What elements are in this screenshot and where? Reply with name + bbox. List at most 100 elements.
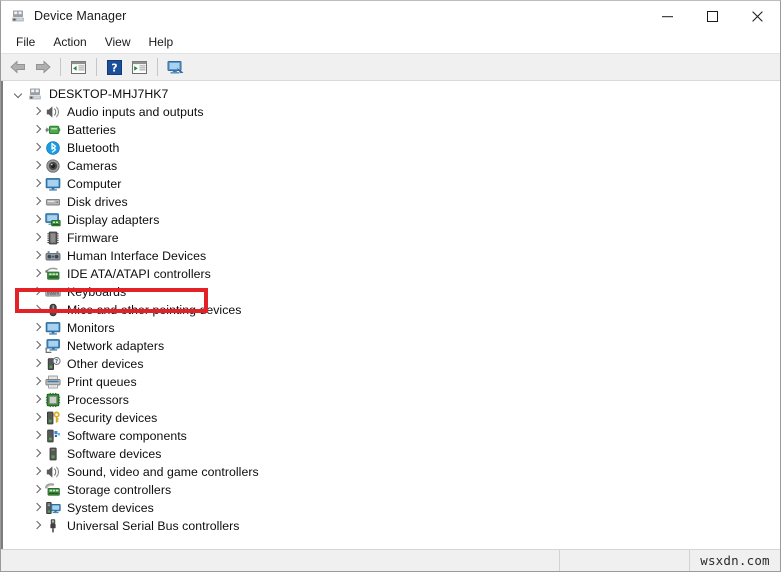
tree-item-universal-serial-bus-controllers[interactable]: Universal Serial Bus controllers bbox=[3, 517, 780, 535]
chevron-right-icon[interactable] bbox=[29, 283, 45, 301]
speaker-icon bbox=[45, 464, 61, 480]
chevron-right-icon[interactable] bbox=[29, 463, 45, 481]
software-component-icon bbox=[45, 428, 61, 444]
tree-item-label: Keyboards bbox=[67, 285, 127, 299]
chevron-right-icon[interactable] bbox=[29, 229, 45, 247]
tree-item-audio-inputs-and-outputs[interactable]: Audio inputs and outputs bbox=[3, 103, 780, 121]
tree-item-label: Mice and other pointing devices bbox=[67, 303, 242, 317]
disk-drive-icon bbox=[45, 194, 61, 210]
menu-action[interactable]: Action bbox=[44, 33, 95, 52]
tree-item-batteries[interactable]: Batteries bbox=[3, 121, 780, 139]
tree-item-label: Cameras bbox=[67, 159, 118, 173]
tree-item-label: Other devices bbox=[67, 357, 144, 371]
printer-icon bbox=[45, 374, 61, 390]
status-panel-3: wsxdn.com bbox=[690, 550, 780, 571]
chevron-right-icon[interactable] bbox=[29, 391, 45, 409]
chevron-right-icon[interactable] bbox=[29, 157, 45, 175]
chevron-right-icon[interactable] bbox=[29, 517, 45, 535]
chevron-right-icon[interactable] bbox=[29, 139, 45, 157]
tree-item-label: System devices bbox=[67, 501, 154, 515]
status-bar: wsxdn.com bbox=[1, 549, 780, 571]
tree-item-display-adapters[interactable]: Display adapters bbox=[3, 211, 780, 229]
chevron-right-icon[interactable] bbox=[29, 355, 45, 373]
tree-item-label: Batteries bbox=[67, 123, 116, 137]
properties-button[interactable] bbox=[128, 56, 151, 78]
menu-help[interactable]: Help bbox=[140, 33, 183, 52]
status-panel-2 bbox=[560, 550, 690, 571]
tree-item-storage-controllers[interactable]: Storage controllers bbox=[3, 481, 780, 499]
chevron-right-icon[interactable] bbox=[29, 301, 45, 319]
tree-item-network-adapters[interactable]: Network adapters bbox=[3, 337, 780, 355]
tree-item-label: Monitors bbox=[67, 321, 115, 335]
chevron-right-icon[interactable] bbox=[29, 337, 45, 355]
close-button[interactable] bbox=[735, 1, 780, 31]
tree-item-label: Disk drives bbox=[67, 195, 128, 209]
chevron-right-icon[interactable] bbox=[29, 319, 45, 337]
system-device-icon bbox=[45, 500, 61, 516]
chevron-right-icon[interactable] bbox=[29, 409, 45, 427]
scan-hardware-changes-button[interactable] bbox=[164, 56, 187, 78]
chevron-right-icon[interactable] bbox=[29, 103, 45, 121]
title-bar[interactable]: Device Manager bbox=[1, 1, 780, 31]
usb-icon bbox=[45, 518, 61, 534]
chevron-down-icon[interactable] bbox=[11, 85, 27, 103]
tree-item-label: Processors bbox=[67, 393, 130, 407]
camera-icon bbox=[45, 158, 61, 174]
chevron-right-icon[interactable] bbox=[29, 265, 45, 283]
chevron-right-icon[interactable] bbox=[29, 247, 45, 265]
tree-item-processors[interactable]: Processors bbox=[3, 391, 780, 409]
keyboard-icon bbox=[45, 284, 61, 300]
tree-item-monitors[interactable]: Monitors bbox=[3, 319, 780, 337]
tree-item-label: Storage controllers bbox=[67, 483, 172, 497]
show-hide-console-tree-button[interactable] bbox=[67, 56, 90, 78]
tree-item-disk-drives[interactable]: Disk drives bbox=[3, 193, 780, 211]
status-message bbox=[1, 550, 560, 571]
toolbar-separator bbox=[96, 58, 97, 76]
mouse-icon bbox=[45, 302, 61, 318]
toolbar-separator bbox=[60, 58, 61, 76]
chevron-right-icon[interactable] bbox=[29, 499, 45, 517]
chevron-right-icon[interactable] bbox=[29, 175, 45, 193]
chevron-right-icon[interactable] bbox=[29, 445, 45, 463]
tree-item-bluetooth[interactable]: Bluetooth bbox=[3, 139, 780, 157]
tree-item-software-components[interactable]: Software components bbox=[3, 427, 780, 445]
tree-item-label: Universal Serial Bus controllers bbox=[67, 519, 240, 533]
menu-view[interactable]: View bbox=[96, 33, 140, 52]
monitor-icon bbox=[45, 320, 61, 336]
chevron-right-icon[interactable] bbox=[29, 121, 45, 139]
tree-item-cameras[interactable]: Cameras bbox=[3, 157, 780, 175]
tree-item-sound-video-and-game-controllers[interactable]: Sound, video and game controllers bbox=[3, 463, 780, 481]
chevron-right-icon[interactable] bbox=[29, 373, 45, 391]
chevron-right-icon[interactable] bbox=[29, 427, 45, 445]
security-device-icon bbox=[45, 410, 61, 426]
chevron-right-icon[interactable] bbox=[29, 211, 45, 229]
help-button[interactable]: ? bbox=[103, 56, 126, 78]
device-tree-pane[interactable]: DESKTOP-MHJ7HK7 Audio inputs and outputs B… bbox=[1, 81, 780, 549]
battery-icon bbox=[45, 122, 61, 138]
chevron-right-icon[interactable] bbox=[29, 481, 45, 499]
tree-item-software-devices[interactable]: Software devices bbox=[3, 445, 780, 463]
forward-button[interactable] bbox=[31, 56, 54, 78]
tree-item-human-interface-devices[interactable]: Human Interface Devices bbox=[3, 247, 780, 265]
tree-item-system-devices[interactable]: System devices bbox=[3, 499, 780, 517]
tree-item-keyboards[interactable]: Keyboards bbox=[3, 283, 780, 301]
tree-item-root[interactable]: DESKTOP-MHJ7HK7 bbox=[3, 85, 780, 103]
tree-item-computer[interactable]: Computer bbox=[3, 175, 780, 193]
chevron-right-icon[interactable] bbox=[29, 193, 45, 211]
ide-controller-icon bbox=[45, 266, 61, 282]
minimize-button[interactable] bbox=[645, 1, 690, 31]
tree-item-print-queues[interactable]: Print queues bbox=[3, 373, 780, 391]
tree-item-mice-and-other-pointing-devices[interactable]: Mice and other pointing devices bbox=[3, 301, 780, 319]
back-button[interactable] bbox=[6, 56, 29, 78]
network-adapter-icon bbox=[45, 338, 61, 354]
menu-file[interactable]: File bbox=[7, 33, 44, 52]
tree-item-label: Print queues bbox=[67, 375, 137, 389]
tree-item-other-devices[interactable]: ? Other devices bbox=[3, 355, 780, 373]
tree-item-firmware[interactable]: Firmware bbox=[3, 229, 780, 247]
tree-item-security-devices[interactable]: Security devices bbox=[3, 409, 780, 427]
device-manager-icon bbox=[10, 8, 26, 24]
computer-root-icon bbox=[27, 86, 43, 102]
tree-item-label: Network adapters bbox=[67, 339, 165, 353]
maximize-button[interactable] bbox=[690, 1, 735, 31]
tree-item-ide-ata-atapi-controllers[interactable]: IDE ATA/ATAPI controllers bbox=[3, 265, 780, 283]
